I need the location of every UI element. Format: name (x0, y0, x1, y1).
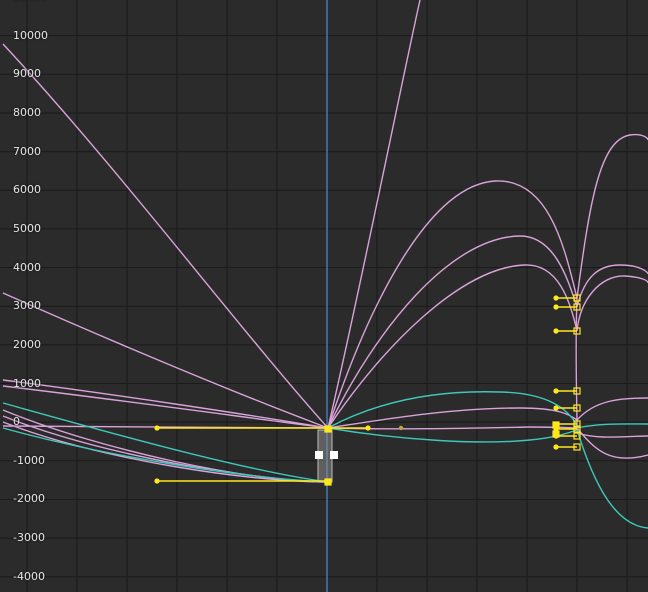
y-axis-label: 1000 (13, 376, 41, 390)
keyframe[interactable] (324, 478, 332, 486)
curve-plot[interactable] (0, 0, 648, 592)
curve-pink[interactable] (2, 43, 329, 429)
y-axis-label: -4000 (13, 569, 45, 583)
y-axis-label: 10000 (13, 28, 48, 42)
y-axis-label: 11000 (13, 0, 48, 3)
curve-pink[interactable] (576, 432, 648, 438)
y-axis-label: -1000 (13, 453, 45, 467)
tangent-handle[interactable] (365, 425, 371, 431)
y-axis-label: 9000 (13, 67, 41, 81)
tangent-handle[interactable] (553, 304, 559, 310)
y-axis-label: -3000 (13, 531, 45, 545)
y-axis-label: 3000 (13, 299, 41, 313)
keyframe[interactable] (324, 425, 332, 433)
curve-pink[interactable] (2, 379, 329, 429)
tangent-handle[interactable] (154, 425, 160, 431)
tangent-handle[interactable] (553, 328, 559, 334)
grid-lines (0, 0, 648, 592)
curve-pink[interactable] (327, 264, 578, 429)
curve-pink[interactable] (327, 235, 578, 429)
curve-teal[interactable] (327, 427, 578, 443)
y-axis-label: 7000 (13, 144, 41, 158)
curve-pink[interactable] (576, 275, 648, 332)
y-axis-label: 2000 (13, 337, 41, 351)
graph-editor-canvas[interactable]: 1100010000900080007000600050004000300020… (0, 0, 648, 592)
y-axis-label: 4000 (13, 260, 41, 274)
curve-teal[interactable] (576, 429, 648, 529)
tangent-handle[interactable] (553, 388, 559, 394)
curve-pink[interactable] (576, 264, 648, 308)
curve-pink[interactable] (576, 133, 648, 299)
tangent-handle[interactable] (553, 405, 559, 411)
y-axis-label: 5000 (13, 221, 41, 235)
y-axis-label: 6000 (13, 183, 41, 197)
tangent-handle[interactable] (154, 478, 160, 484)
selection-handle-left[interactable] (315, 451, 323, 459)
curve-teal[interactable] (576, 423, 648, 429)
y-axis-label: -2000 (13, 492, 45, 506)
key-tangent-handles[interactable] (154, 294, 581, 486)
curve-pink[interactable] (2, 292, 329, 429)
keyframe[interactable] (552, 430, 560, 438)
curve-pink[interactable] (576, 397, 648, 421)
curve-pink[interactable] (327, 0, 421, 429)
curve-teal[interactable] (2, 402, 329, 483)
curve-pink[interactable] (575, 297, 578, 431)
y-axis-label: 8000 (13, 105, 41, 119)
y-axis-label: 0 (13, 415, 20, 429)
tangent-handle[interactable] (553, 295, 559, 301)
curve-pink[interactable] (327, 180, 578, 429)
curve-pink[interactable] (2, 409, 329, 483)
tangent-handle[interactable] (398, 425, 404, 431)
tangent-handle[interactable] (553, 444, 559, 450)
selection-handle-right[interactable] (330, 451, 338, 459)
keyframe[interactable] (552, 421, 560, 429)
curve-pink[interactable] (576, 427, 648, 459)
